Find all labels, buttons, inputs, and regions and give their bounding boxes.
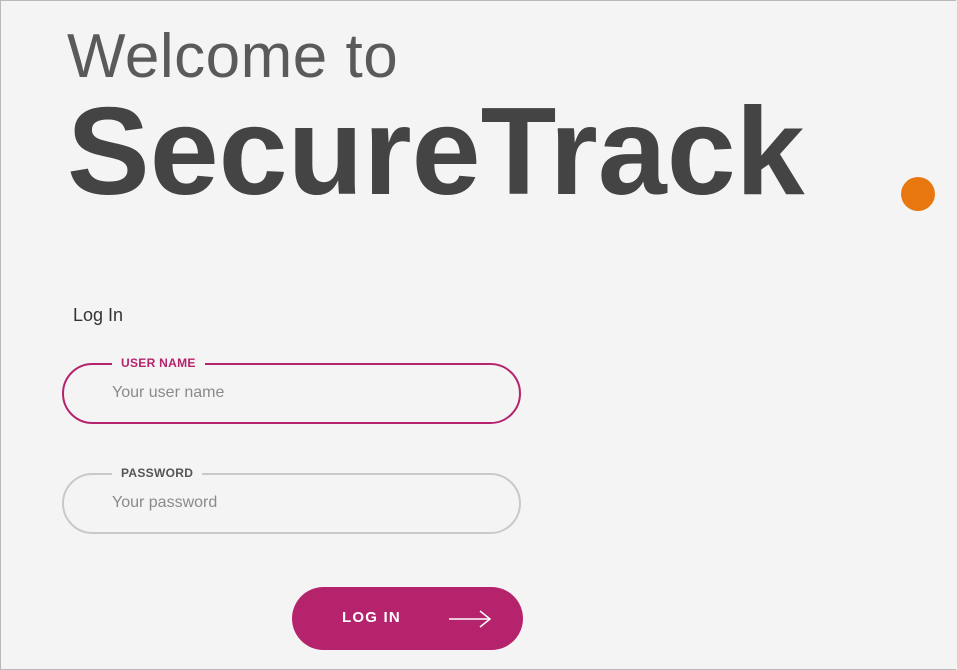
password-input[interactable] bbox=[112, 491, 492, 515]
brand-title: SecureTrack bbox=[67, 83, 805, 221]
username-input[interactable] bbox=[112, 381, 492, 405]
login-title: Log In bbox=[73, 305, 124, 325]
login-page: Welcome to SecureTrack Log In USER NAME … bbox=[0, 0, 956, 670]
arrow-right-icon bbox=[449, 610, 492, 628]
username-label: USER NAME bbox=[112, 354, 205, 372]
username-field[interactable]: USER NAME bbox=[62, 354, 521, 424]
login-button[interactable]: LOG IN bbox=[292, 587, 523, 650]
login-button-label: LOG IN bbox=[342, 609, 401, 626]
password-field[interactable]: PASSWORD bbox=[62, 464, 521, 534]
brand-dot-icon bbox=[901, 177, 935, 211]
password-label: PASSWORD bbox=[112, 464, 203, 482]
